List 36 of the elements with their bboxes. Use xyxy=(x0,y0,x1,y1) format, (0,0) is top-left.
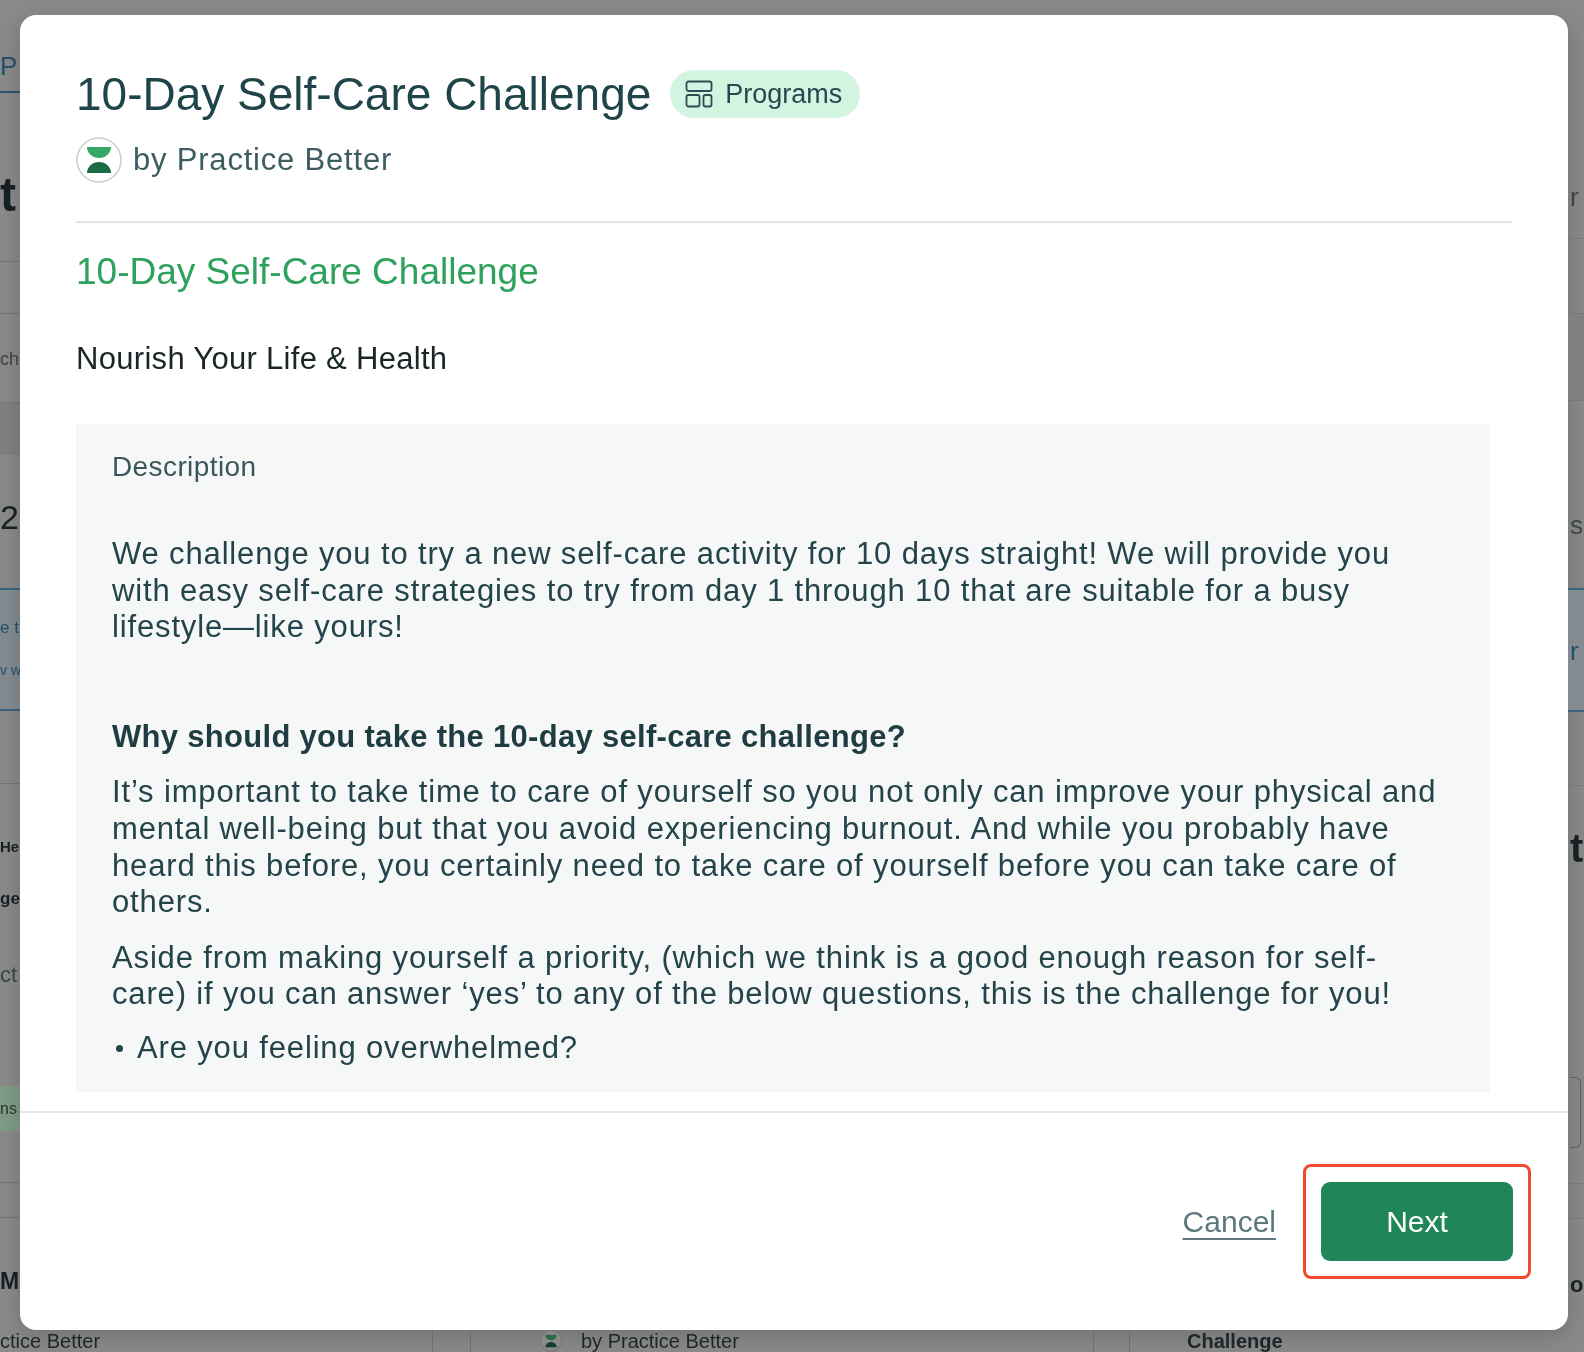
description-paragraph: We challenge you to try a new self-care activity for 10 days straight! We will provide you with easy self-care strategies to try from day 1 through 10 that are suitable for a busy lifestyle—like yours! xyxy=(112,536,1391,646)
description-paragraph: Aside from making yourself a priority, (which we think is a good enough reason for self-care) if you can answer ‘yes’ to any of the below questions, this is the challenge for you! xyxy=(112,939,1392,1013)
link-text: r xyxy=(1570,636,1579,666)
label-text: r xyxy=(1570,182,1579,212)
label-text: s xyxy=(1570,510,1583,540)
link-text: e t xyxy=(0,617,19,639)
section-heading: Why should you take the 10-day self-care challenge? xyxy=(112,718,907,756)
bullet-icon xyxy=(116,1044,123,1052)
heading-text: Challenge xyxy=(1187,1330,1283,1352)
section-label: Description xyxy=(112,451,257,483)
heading-text: M xyxy=(0,1267,20,1296)
program-subtitle: Nourish Your Life & Health xyxy=(76,341,449,377)
label-text: ch xyxy=(0,348,19,371)
list-item-text: Are you feeling overwhelmed? xyxy=(137,1029,578,1067)
input-field[interactable] xyxy=(1570,1076,1581,1148)
author-name: by Practice Better xyxy=(581,1330,739,1352)
heading-text: t xyxy=(0,169,16,221)
link-text: P xyxy=(0,50,18,82)
next-button[interactable]: Next xyxy=(1321,1182,1513,1261)
tag-label: Programs xyxy=(725,78,843,110)
label-text: ct xyxy=(0,962,18,988)
layout-icon xyxy=(685,80,714,108)
label-text: ctice Better xyxy=(0,1330,101,1352)
heading-text: He xyxy=(0,837,20,857)
avatar-icon xyxy=(76,137,122,183)
program-heading: 10-Day Self-Care Challenge xyxy=(76,250,540,294)
number-text: 2 xyxy=(0,497,19,537)
dialog-title: 10-Day Self-Care Challenge xyxy=(76,67,652,121)
tag: ns xyxy=(0,1085,20,1131)
description-paragraph: It’s important to take time to care of yourself so you not only can improve your physical and mental well-being but that you avoid experiencing burnout. And while you probably have heard this before, you certainly need to take care of yourself before you can take care of others. xyxy=(112,774,1438,921)
heading-text: t xyxy=(1570,825,1584,871)
author-name: by Practice Better xyxy=(133,142,393,178)
avatar-icon xyxy=(540,1330,562,1352)
cancel-link[interactable]: Cancel xyxy=(1182,1203,1276,1240)
heading-text: ge xyxy=(0,888,20,910)
heading-text: o xyxy=(1570,1271,1584,1299)
